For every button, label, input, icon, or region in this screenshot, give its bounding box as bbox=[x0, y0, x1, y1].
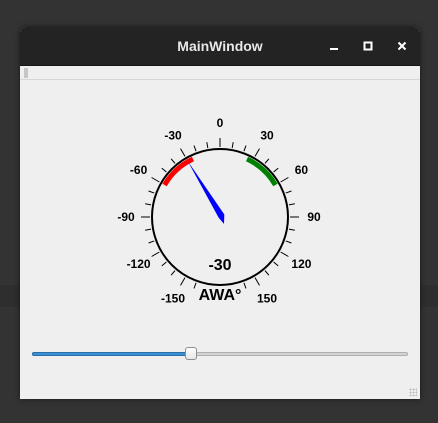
gauge-tick bbox=[288, 203, 295, 206]
gauge-scale-label: -90 bbox=[117, 210, 135, 224]
minimize-button[interactable] bbox=[322, 34, 346, 58]
gauge-tick bbox=[180, 148, 186, 157]
gauge-tick bbox=[206, 142, 209, 149]
gauge-tick bbox=[180, 277, 186, 286]
gauge-tick bbox=[148, 190, 155, 194]
maximize-button[interactable] bbox=[356, 34, 380, 58]
gauge-scale-label: 150 bbox=[257, 291, 277, 305]
gauge-tick bbox=[273, 167, 279, 173]
gauge-tick bbox=[280, 251, 289, 257]
gauge-tick bbox=[193, 145, 197, 152]
gauge-scale-label: -150 bbox=[161, 291, 185, 305]
gauge-tick bbox=[288, 228, 295, 231]
gauge-scale-label: 0 bbox=[217, 116, 224, 130]
gauge-tick bbox=[285, 240, 292, 244]
gauge-scale-label: 30 bbox=[260, 129, 274, 143]
gauge-scale-label: -30 bbox=[164, 129, 182, 143]
gauge-scale-label: -60 bbox=[130, 163, 148, 177]
gauge-tick bbox=[254, 277, 260, 286]
toolbar bbox=[20, 66, 420, 80]
gauge-tick bbox=[148, 240, 155, 244]
gauge-tick bbox=[273, 261, 279, 267]
gauge-tick bbox=[231, 142, 234, 149]
awa-gauge: 0 30 60 90 120 150 -150 -120 -90 -60 -30 -30 AWA° bbox=[117, 116, 321, 305]
gauge-scale-label: 90 bbox=[307, 210, 321, 224]
gauge-scale-label: 60 bbox=[295, 163, 309, 177]
gauge-tick bbox=[145, 228, 152, 231]
gauge-tick bbox=[170, 270, 176, 276]
gauge-tick bbox=[170, 158, 176, 164]
gauge-needle bbox=[187, 160, 225, 224]
toolbar-grip-handle[interactable] bbox=[24, 68, 28, 78]
gauge-value-readout: -30 bbox=[208, 257, 231, 274]
close-icon bbox=[397, 41, 407, 51]
gauge-tick bbox=[161, 167, 167, 173]
gauge-tick bbox=[151, 251, 160, 257]
awa-slider[interactable] bbox=[32, 344, 408, 364]
gauge-tick bbox=[151, 177, 160, 183]
gauge-tick bbox=[264, 158, 270, 164]
close-button[interactable] bbox=[390, 34, 414, 58]
gauge-tick bbox=[264, 270, 270, 276]
title-bar[interactable]: MainWindow bbox=[20, 27, 420, 66]
maximize-icon bbox=[363, 41, 373, 51]
size-grip-handle[interactable] bbox=[409, 388, 417, 396]
gauge-tick bbox=[193, 282, 197, 289]
gauge-tick bbox=[145, 203, 152, 206]
minimize-icon bbox=[330, 48, 338, 50]
gauge-tick bbox=[280, 177, 289, 183]
gauge-tick bbox=[243, 282, 247, 289]
gauge-unit-label: AWA° bbox=[199, 287, 242, 304]
gauge-scale-label: -120 bbox=[127, 257, 151, 271]
gauge-tick bbox=[254, 148, 260, 157]
gauge-tick bbox=[243, 145, 247, 152]
gauge-scale-label: 120 bbox=[291, 257, 311, 271]
gauge-tick bbox=[285, 190, 292, 194]
slider-fill bbox=[32, 352, 189, 356]
main-window: MainWindow 0 30 60 90 120 150 -150 -120 -90 -60 -3… bbox=[20, 27, 420, 399]
slider-handle[interactable] bbox=[185, 347, 197, 360]
gauge-tick bbox=[161, 261, 167, 267]
